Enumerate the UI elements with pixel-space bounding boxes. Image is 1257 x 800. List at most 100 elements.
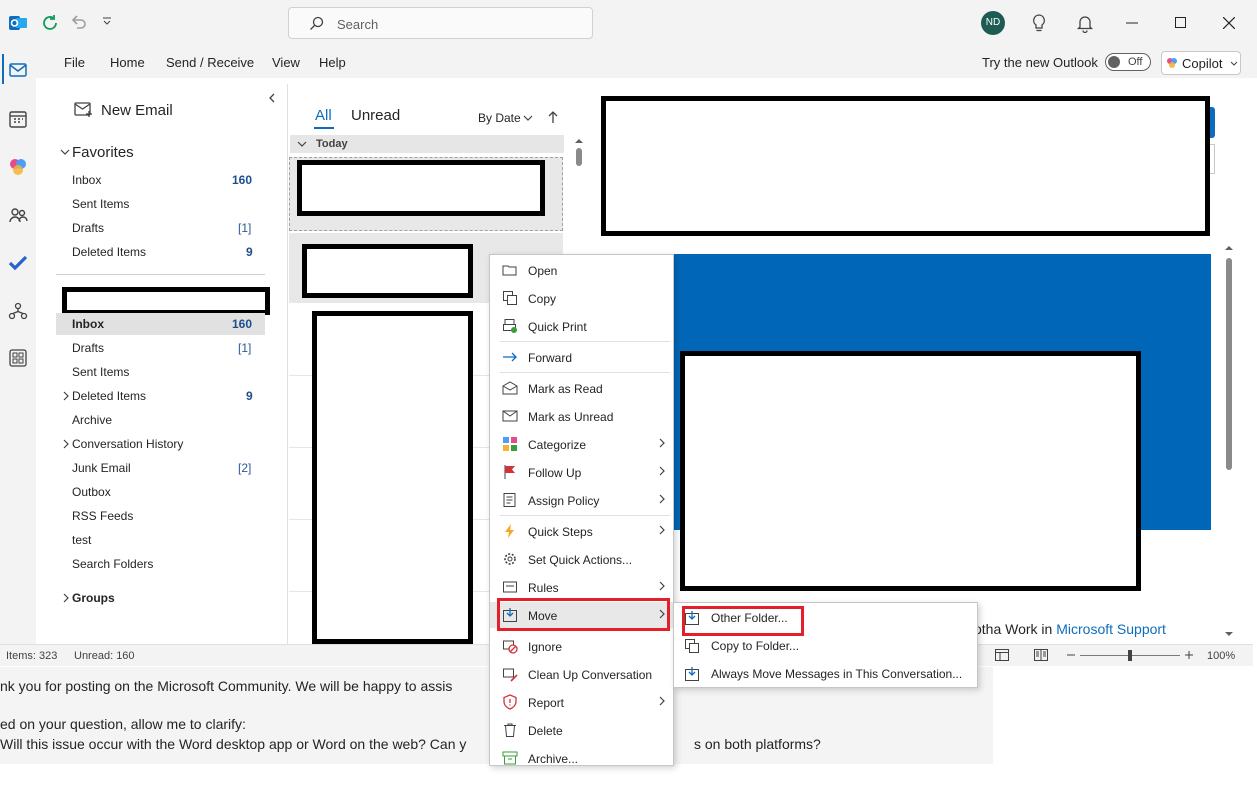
menu-item-report[interactable]: Report [490, 689, 673, 715]
menu-item-follow-up[interactable]: Follow Up [490, 459, 673, 485]
menu-item-set-quick-actions[interactable]: Set Quick Actions... [490, 546, 673, 572]
new-outlook-toggle[interactable]: Off [1105, 53, 1151, 71]
menu-item-label: Archive... [528, 752, 579, 766]
menu-item-open[interactable]: Open [490, 257, 673, 283]
avatar[interactable]: ND [981, 11, 1005, 35]
todo-icon[interactable] [7, 252, 29, 274]
app-rail [0, 46, 36, 644]
menu-item-mark-unread[interactable]: Mark as Unread [490, 403, 673, 429]
menu-item-rules[interactable]: Rules [490, 574, 673, 600]
menu-separator [500, 341, 670, 342]
favorite-drafts-count: [1] [238, 221, 252, 235]
folder-outbox[interactable]: Outbox [72, 485, 111, 499]
report-icon [502, 694, 518, 710]
reading-pane-scrollbar[interactable] [1224, 241, 1234, 641]
zoom-out-icon[interactable] [1066, 650, 1076, 660]
bg-text-line: Will this issue occur with the Word desk… [0, 736, 467, 752]
chevron-right-icon [658, 493, 666, 505]
group-today-label: Today [316, 138, 348, 150]
menu-item-archive[interactable]: Archive... [490, 745, 673, 766]
folder-deleted-items[interactable]: Deleted Items [72, 389, 146, 403]
menu-send-receive[interactable]: Send / Receive [166, 55, 254, 70]
bell-icon[interactable] [1076, 13, 1094, 33]
print-icon [502, 318, 518, 334]
zoom-in-icon[interactable] [1184, 650, 1194, 660]
context-menu: Open Copy Quick Print Forward Mark as Re… [489, 254, 674, 766]
calendar-icon[interactable] [7, 108, 29, 130]
groups-header[interactable]: Groups [72, 591, 115, 605]
tab-unread[interactable]: Unread [351, 107, 400, 124]
maximize-icon[interactable] [1175, 17, 1186, 28]
copilot-app-icon[interactable] [7, 156, 29, 178]
chevron-right-icon[interactable] [63, 439, 69, 449]
chevron-right-icon [658, 695, 666, 707]
menu-item-quick-steps[interactable]: Quick Steps [490, 518, 673, 544]
undo-icon[interactable] [70, 13, 88, 31]
zoom-level[interactable]: 100% [1207, 650, 1235, 662]
close-icon[interactable] [1223, 17, 1235, 29]
people-icon[interactable] [7, 204, 29, 226]
sort-direction-icon[interactable] [548, 110, 558, 124]
menu-item-quick-print[interactable]: Quick Print [490, 313, 673, 339]
menu-item-ignore[interactable]: Ignore [490, 633, 673, 659]
menu-item-mark-read[interactable]: Mark as Read [490, 375, 673, 401]
chevron-down-icon[interactable] [523, 114, 533, 122]
menu-view[interactable]: View [272, 55, 300, 70]
zoom-slider-thumb[interactable] [1128, 650, 1132, 661]
sort-by-date[interactable]: By Date [478, 111, 521, 125]
rail-selection-indicator [2, 54, 4, 84]
menu-home[interactable]: Home [110, 55, 145, 70]
minimize-icon[interactable] [1126, 22, 1138, 24]
menu-item-assign-policy[interactable]: Assign Policy [490, 487, 673, 513]
submenu-item-copy-to-folder[interactable]: Copy to Folder... [674, 633, 977, 659]
menu-item-label: Report [528, 696, 565, 710]
menu-separator [500, 372, 670, 373]
folder-rss-feeds[interactable]: RSS Feeds [72, 509, 133, 523]
favorite-deleted-items[interactable]: Deleted Items [72, 245, 146, 259]
mail-icon[interactable] [7, 59, 29, 81]
redacted-message [312, 311, 473, 644]
gear-icon [502, 551, 518, 567]
favorites-header[interactable]: Favorites [72, 144, 134, 161]
sync-icon[interactable] [40, 13, 60, 33]
folder-archive[interactable]: Archive [72, 413, 112, 427]
chevron-down-icon[interactable] [60, 148, 70, 156]
group-header-today[interactable]: Today [290, 135, 564, 153]
folder-junk-email[interactable]: Junk Email [72, 461, 131, 475]
favorite-drafts[interactable]: Drafts [72, 221, 104, 235]
menu-item-delete[interactable]: Delete [490, 717, 673, 743]
folder-drafts[interactable]: Drafts [72, 341, 104, 355]
folder-inbox[interactable]: Inbox [72, 317, 104, 331]
normal-view-icon[interactable] [995, 649, 1009, 661]
folder-sent-items[interactable]: Sent Items [72, 365, 129, 379]
tab-all[interactable]: All [315, 107, 332, 124]
copilot-button[interactable]: Copilot [1161, 51, 1241, 75]
customize-quick-access-icon[interactable] [102, 16, 112, 26]
new-email-button[interactable]: New Email [101, 102, 173, 119]
org-explorer-icon[interactable] [7, 300, 29, 322]
chevron-right-icon [658, 437, 666, 449]
folder-conversation-history[interactable]: Conversation History [72, 437, 183, 451]
menu-item-clean-up[interactable]: Clean Up Conversation [490, 661, 673, 687]
menu-item-categorize[interactable]: Categorize [490, 431, 673, 457]
lightbulb-icon[interactable] [1030, 13, 1048, 33]
menu-item-forward[interactable]: Forward [490, 344, 673, 370]
folder-test[interactable]: test [72, 533, 91, 547]
search-input[interactable]: Search [288, 7, 593, 39]
menu-help[interactable]: Help [319, 55, 346, 70]
collapse-pane-icon[interactable] [268, 93, 276, 103]
redacted-message [297, 160, 545, 216]
chevron-right-icon[interactable] [63, 593, 69, 603]
reading-view-icon[interactable] [1034, 649, 1048, 661]
menu-file[interactable]: File [64, 55, 85, 70]
microsoft-support-link[interactable]: Microsoft Support [1056, 621, 1166, 637]
chevron-right-icon[interactable] [63, 391, 69, 401]
folder-search-folders[interactable]: Search Folders [72, 557, 153, 571]
apps-icon[interactable] [7, 347, 29, 369]
favorite-inbox[interactable]: Inbox [72, 173, 101, 187]
always-move-icon [684, 666, 700, 682]
menu-item-copy[interactable]: Copy [490, 285, 673, 311]
favorite-sent-items[interactable]: Sent Items [72, 197, 129, 211]
submenu-item-always-move[interactable]: Always Move Messages in This Conversatio… [674, 661, 977, 687]
chevron-right-icon [658, 465, 666, 477]
